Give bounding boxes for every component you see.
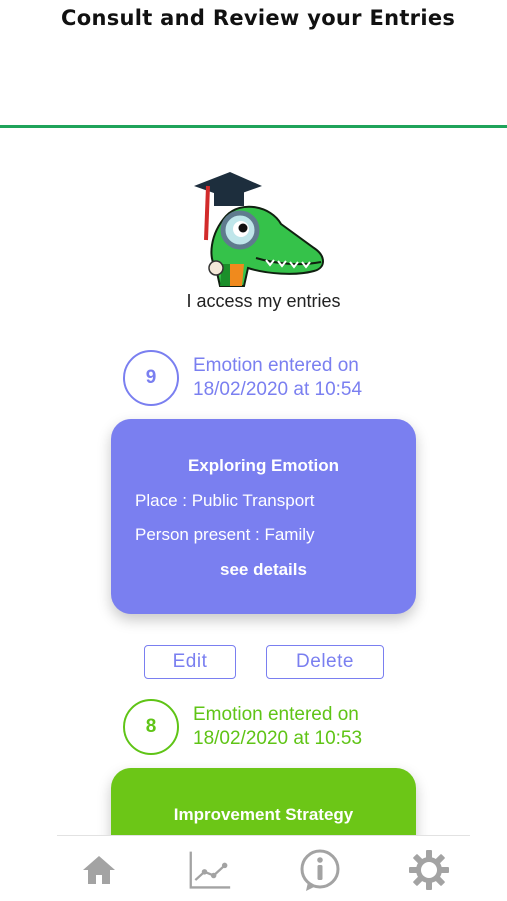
entry-header: 9 Emotion entered on 18/02/2020 at 10:54 [123,350,362,406]
tab-home[interactable] [77,848,121,892]
entry-date-line2: 18/02/2020 at 10:54 [193,379,363,400]
tab-info[interactable] [298,848,342,892]
entry-date-line2: 18/02/2020 at 10:53 [193,728,363,749]
edit-button[interactable]: Edit [144,645,236,679]
home-icon [83,856,115,884]
card-title: Exploring Emotion [187,456,340,475]
tab-settings[interactable] [407,848,451,892]
gear-icon [409,850,449,890]
entry-date-line1: Emotion entered on [193,704,359,725]
entry-number-badge: 8 [123,699,179,755]
card-person: Person present : Family [135,525,315,544]
chart-icon [189,851,231,889]
page-title: Consult and Review your Entries [61,6,456,30]
delete-button[interactable]: Delete [266,645,384,679]
see-details-link[interactable]: see details [111,560,416,580]
entry-date: Emotion entered on 18/02/2020 at 10:53 [193,703,362,751]
info-icon [300,849,340,891]
card-place: Place : Public Transport [135,491,315,510]
entry-card[interactable]: Exploring Emotion Place : Public Transpo… [111,419,416,614]
entry-number-badge: 9 [123,350,179,406]
card-title: Improvement Strategy [173,805,354,824]
tab-chart[interactable] [188,848,232,892]
entry-date: Emotion entered on 18/02/2020 at 10:54 [193,354,362,402]
entry-date-line1: Emotion entered on [193,355,359,376]
header-divider [0,125,507,128]
crocodile-mascot-icon [194,172,324,287]
entry-header: 8 Emotion entered on 18/02/2020 at 10:53 [123,699,362,755]
mascot-caption: I access my entries [186,291,341,311]
tab-bar [57,835,470,901]
